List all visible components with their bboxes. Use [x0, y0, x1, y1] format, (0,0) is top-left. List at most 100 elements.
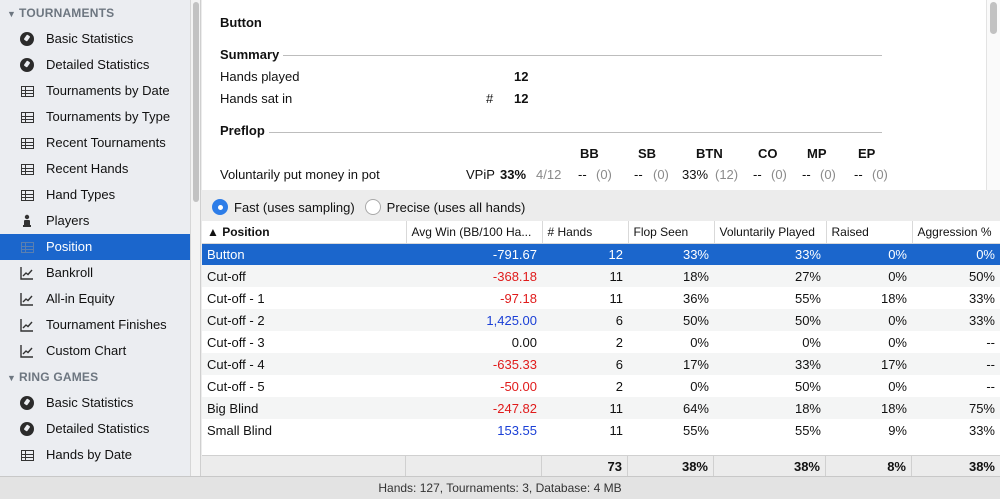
sidebar-item[interactable]: Tournament Finishes — [0, 312, 190, 338]
cell-flop-seen: 0% — [690, 334, 709, 350]
sidebar-item[interactable]: Basic Statistics — [0, 390, 190, 416]
sidebar-section-1[interactable]: ▼ RING GAMES — [0, 364, 190, 390]
cell-aggression: 0% — [912, 243, 1000, 265]
col-btn: BTN — [696, 146, 723, 161]
table-row[interactable]: Big Blind -247.82 11 64% 18% 18% 75% — [202, 397, 1000, 419]
fast-sampling-label: Fast (uses sampling) — [234, 199, 355, 215]
cell-position: Button — [202, 243, 406, 265]
cell-voluntarily-played: 50% — [714, 309, 826, 331]
cell-voluntarily-played: 55% — [794, 290, 821, 306]
cell-flop-seen: 36% — [682, 290, 709, 306]
cell-aggression: 75% — [912, 397, 1000, 419]
sidebar-item[interactable]: Bankroll — [0, 260, 190, 286]
sidebar-item[interactable]: Recent Tournaments — [0, 130, 190, 156]
header-hands[interactable]: # Hands — [542, 221, 629, 244]
detail-scrollbar-thumb[interactable] — [990, 2, 997, 34]
header-voluntarily-played[interactable]: Voluntarily Played — [714, 221, 827, 244]
vpip-sb-value: -- — [634, 167, 643, 182]
header-aggression[interactable]: Aggression % — [912, 221, 1000, 244]
status-bar: Hands: 127, Tournaments: 3, Database: 4 … — [0, 476, 1000, 499]
sidebar-item[interactable]: All-in Equity — [0, 286, 190, 312]
sidebar-item-label: Basic Statistics — [46, 31, 134, 46]
fast-sampling-radio[interactable]: Fast (uses sampling) — [212, 199, 355, 215]
cell-aggression: 33% — [968, 422, 995, 438]
table-icon — [20, 240, 34, 254]
cell-voluntarily-played: 50% — [794, 378, 821, 394]
sidebar-section-0[interactable]: ▼ TOURNAMENTS — [0, 0, 190, 26]
table-row[interactable]: Cut-off - 1 -97.18 11 36% 55% 18% 33% — [202, 287, 1000, 309]
sidebar-item[interactable]: Detailed Statistics — [0, 52, 190, 78]
cell-flop-seen: 50% — [628, 309, 714, 331]
sidebar-item[interactable]: Hand Types — [0, 182, 190, 208]
cell-avg-win: 153.55 — [497, 422, 537, 438]
table-row[interactable]: Cut-off - 3 0.00 2 0% 0% 0% -- — [202, 331, 1000, 353]
sidebar-item[interactable]: Tournaments by Type — [0, 104, 190, 130]
line-chart-icon — [20, 318, 34, 332]
sidebar-item[interactable]: Recent Hands — [0, 156, 190, 182]
cell-hands: 11 — [542, 265, 628, 287]
hands-sat-value: 12 — [514, 91, 529, 106]
hands-sat-symbol: # — [486, 91, 494, 106]
cell-position: Cut-off - 2 — [202, 309, 406, 331]
detail-title: Button — [220, 15, 262, 30]
table-row[interactable]: Cut-off - 2 1,425.00 6 50% 50% 0% 33% — [202, 309, 1000, 331]
col-co: CO — [758, 146, 778, 161]
totals-vol: 38% — [714, 456, 826, 477]
position-table: ▲ Position Avg Win (BB/100 Ha... # Hands… — [202, 221, 1000, 476]
sidebar-item[interactable]: Players — [0, 208, 190, 234]
table-row[interactable]: Cut-off - 4 -635.33 6 17% 33% 17% -- — [202, 353, 1000, 375]
header-raised[interactable]: Raised — [826, 221, 913, 244]
col-bb: BB — [580, 146, 599, 161]
sidebar-item[interactable]: Position — [0, 234, 190, 260]
sidebar-item-label: Tournaments by Type — [46, 109, 171, 124]
sidebar-item[interactable]: Basic Statistics — [0, 26, 190, 52]
sidebar-scrollbar-thumb[interactable] — [193, 2, 199, 202]
vpip-mp-value: -- — [802, 167, 811, 182]
header-flop-seen[interactable]: Flop Seen — [628, 221, 715, 244]
cell-raised: 0% — [826, 309, 912, 331]
header-position[interactable]: ▲ Position — [202, 221, 407, 244]
hands-played-label: Hands played — [220, 69, 300, 84]
vpip-btn-count: (12) — [715, 167, 739, 182]
vpip-bb-value: -- — [578, 167, 587, 182]
cell-avg-win: 0.00 — [511, 334, 537, 350]
cell-position: Cut-off — [202, 265, 406, 287]
table-row[interactable]: Small Blind 153.55 11 55% 55% 9% 33% — [202, 419, 1000, 441]
totals-label — [202, 456, 406, 477]
table-row[interactable]: Cut-off -368.18 11 18% 27% 0% 50% — [202, 265, 1000, 287]
sidebar-item-label: Position — [46, 239, 93, 254]
dashboard-icon — [20, 58, 34, 72]
sidebar-item[interactable]: Detailed Statistics — [0, 416, 190, 442]
sidebar-item[interactable]: Custom Chart — [0, 338, 190, 364]
cell-raised: 0% — [888, 378, 907, 394]
cell-position: Cut-off - 4 — [202, 353, 406, 375]
precise-label: Precise (uses all hands) — [386, 199, 526, 215]
precise-radio[interactable]: Precise (uses all hands) — [364, 199, 526, 215]
cell-avg-win: 1,425.00 — [406, 309, 542, 331]
cell-voluntarily-played: 18% — [714, 397, 826, 419]
radio-selected-icon — [212, 199, 228, 215]
cell-voluntarily-played: 33% — [714, 243, 826, 265]
detail-scrollbar[interactable] — [986, 0, 1000, 190]
cell-position: Cut-off - 3 — [207, 334, 265, 350]
table-row[interactable]: Cut-off - 5 -50.00 2 0% 50% 0% -- — [202, 375, 1000, 397]
summary-rule — [262, 55, 882, 56]
cell-flop-seen: 64% — [628, 397, 714, 419]
table-row[interactable]: Button -791.67 12 33% 33% 0% 0% — [202, 243, 1000, 265]
sidebar-item[interactable]: Tournaments by Date — [0, 78, 190, 104]
cell-voluntarily-played: 0% — [802, 334, 821, 350]
table-icon — [20, 110, 34, 124]
header-avg-win[interactable]: Avg Win (BB/100 Ha... — [406, 221, 543, 244]
dashboard-icon — [20, 396, 34, 410]
sidebar-item-label: Basic Statistics — [46, 395, 134, 410]
sidebar-item-label: Tournament Finishes — [46, 317, 167, 332]
vpip-co-count: (0) — [771, 167, 787, 182]
sidebar-section-title: TOURNAMENTS — [19, 6, 115, 20]
sidebar-scrollbar[interactable] — [190, 0, 201, 476]
radio-empty-icon — [364, 199, 381, 215]
sidebar-item[interactable]: Hands by Date — [0, 442, 190, 468]
cell-hands: 11 — [609, 290, 624, 306]
cell-aggression: -- — [912, 353, 1000, 375]
sidebar-item-label: Detailed Statistics — [46, 421, 150, 436]
sidebar-item-label: Recent Tournaments — [46, 135, 166, 150]
